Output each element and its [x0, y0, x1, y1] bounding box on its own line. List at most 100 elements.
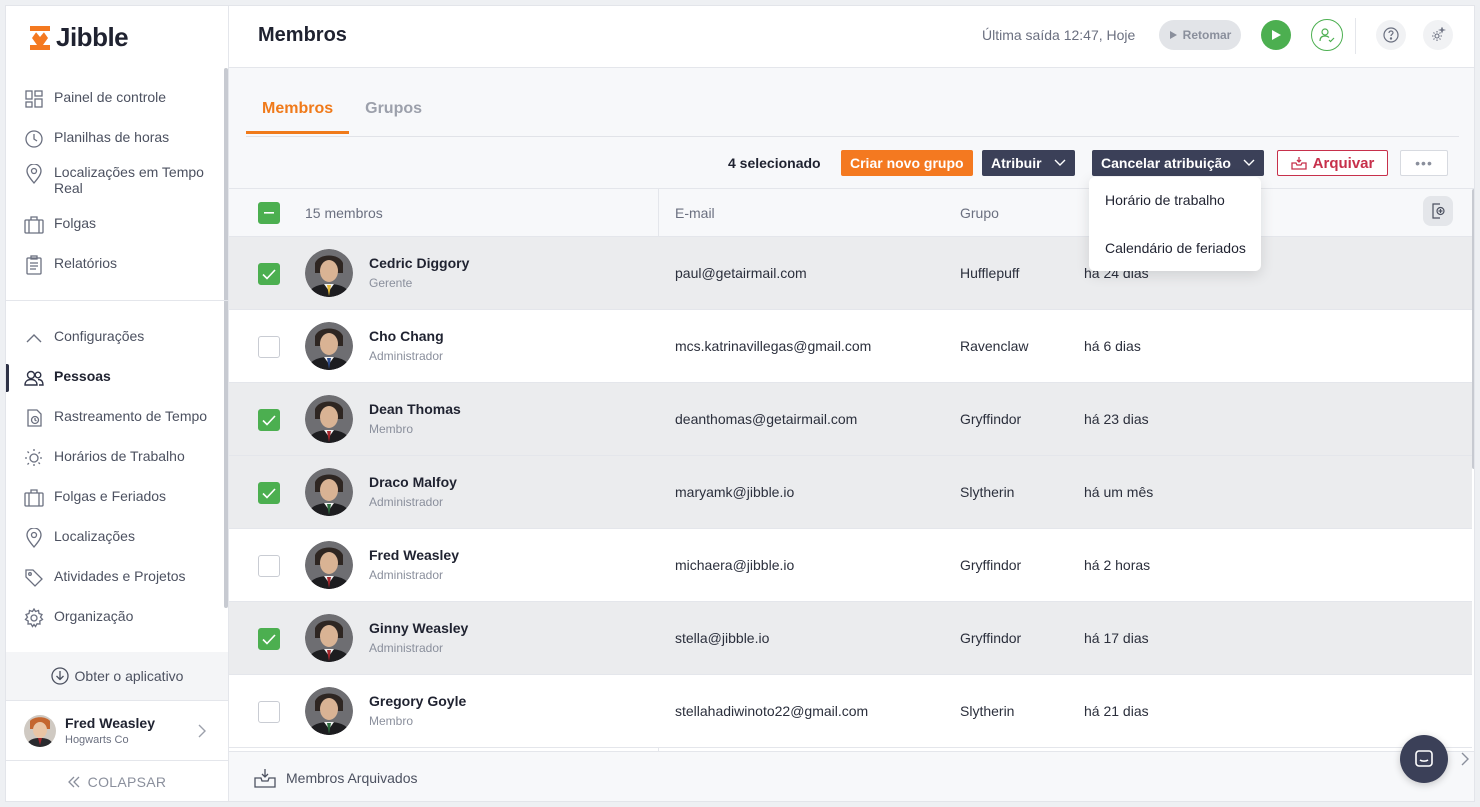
member-name[interactable]: Dean Thomas — [369, 401, 461, 417]
sidebar-item-label: Pessoas — [54, 368, 111, 384]
member-role: Gerente — [369, 276, 413, 290]
sidebar: Jibble Painel de controle Planilhas de h… — [6, 6, 229, 801]
help-button[interactable] — [1376, 20, 1406, 50]
checkmark-icon — [262, 487, 276, 499]
member-name[interactable]: Gregory Goyle — [369, 693, 466, 709]
member-group: Slytherin — [960, 703, 1015, 719]
email-column-header[interactable]: E-mail — [675, 205, 715, 221]
member-email: mcs.katrinavillegas@gmail.com — [675, 338, 872, 354]
sidebar-item-people[interactable]: Pessoas — [24, 368, 214, 388]
table-row[interactable]: Gregory Goyle Membro stellahadiwinoto22@gm… — [229, 675, 1472, 748]
member-name[interactable]: Cho Chang — [369, 328, 444, 344]
sidebar-item-activities-projects[interactable]: Atividades e Projetos — [24, 568, 214, 588]
chevron-right-icon[interactable] — [1461, 752, 1469, 766]
export-icon — [1432, 203, 1445, 219]
row-checkbox[interactable] — [258, 409, 280, 431]
member-role: Administrador — [369, 641, 444, 655]
member-name[interactable]: Ginny Weasley — [369, 620, 468, 636]
member-name[interactable]: Draco Malfoy — [369, 474, 457, 490]
user-organization: Hogwarts Co — [65, 734, 129, 746]
tab-groups[interactable]: Grupos — [349, 92, 438, 134]
table-row[interactable]: Ginny Weasley Administrador stella@jibble.… — [229, 602, 1472, 675]
row-checkbox[interactable] — [258, 555, 280, 577]
sidebar-item-live-locations[interactable]: Localizações em Tempo Real — [24, 164, 214, 196]
table-row[interactable]: Dean Thomas Membro deanthomas@getairmail.c… — [229, 383, 1472, 456]
member-last-activity: há um mês — [1084, 484, 1154, 500]
member-email: paul@getairmail.com — [675, 265, 807, 281]
row-checkbox[interactable] — [258, 628, 280, 650]
sidebar-scrollbar[interactable] — [224, 68, 228, 608]
logo[interactable]: Jibble — [28, 22, 129, 53]
unassign-label: Cancelar atribuição — [1101, 155, 1231, 171]
checkmark-icon — [262, 633, 276, 645]
chevron-up-icon — [24, 328, 44, 348]
header-divider — [1355, 18, 1356, 54]
menu-item-holiday-calendar[interactable]: Calendário de feriados — [1105, 240, 1246, 256]
sidebar-item-locations[interactable]: Localizações — [24, 528, 214, 548]
dashboard-icon — [24, 89, 44, 109]
archive-icon — [254, 769, 276, 788]
sidebar-item-work-schedules[interactable]: Horários de Trabalho — [24, 448, 214, 468]
member-email: deanthomas@getairmail.com — [675, 411, 858, 427]
archived-members-label: Membros Arquivados — [286, 770, 418, 786]
member-name[interactable]: Fred Weasley — [369, 547, 459, 563]
archived-members-link[interactable]: Membros Arquivados — [254, 768, 418, 788]
sidebar-item-time-off-holidays[interactable]: Folgas e Feriados — [24, 488, 214, 508]
jibble-logo-icon — [30, 25, 50, 50]
location-pin-icon — [24, 528, 44, 548]
sidebar-item-reports[interactable]: Relatórios — [24, 255, 214, 275]
settings-label: Configurações — [54, 328, 145, 344]
logo-text: Jibble — [56, 22, 129, 52]
chevron-down-icon — [1054, 159, 1066, 166]
clock-icon — [24, 129, 44, 149]
group-column-header[interactable]: Grupo — [960, 205, 999, 221]
user-profile-card[interactable]: Fred Weasley Hogwarts Co — [6, 700, 228, 760]
export-button[interactable] — [1423, 196, 1453, 226]
member-role: Membro — [369, 714, 414, 728]
get-app-button[interactable]: Obter o aplicativo — [6, 652, 228, 700]
sidebar-item-label: Localizações em Tempo Real — [54, 164, 204, 196]
avatar — [24, 714, 56, 747]
sidebar-item-organization[interactable]: Organização — [24, 608, 214, 628]
sidebar-item-label: Folgas e Feriados — [54, 488, 167, 504]
clock-in-for-others-button[interactable] — [1311, 19, 1343, 51]
sidebar-divider — [6, 300, 228, 301]
table-row[interactable]: Fred Weasley Administrador michaera@jibble… — [229, 529, 1472, 602]
settings-sparkle-icon — [1432, 27, 1446, 41]
gear-icon — [24, 608, 44, 628]
sidebar-item-label: Localizações — [54, 528, 135, 544]
table-row[interactable]: Cho Chang Administrador mcs.katrinavillega… — [229, 310, 1472, 383]
unassign-dropdown-button[interactable]: Cancelar atribuição — [1092, 150, 1264, 176]
row-checkbox[interactable] — [258, 701, 280, 723]
table-row[interactable]: Cedric Diggory Gerente paul@getairmail.com… — [229, 237, 1472, 310]
sidebar-item-time-tracking[interactable]: Rastreamento de Tempo — [24, 408, 214, 428]
row-checkbox[interactable] — [258, 263, 280, 285]
assign-dropdown-button[interactable]: Atribuir — [982, 150, 1075, 176]
suitcase-icon — [24, 488, 44, 508]
menu-item-work-schedule[interactable]: Horário de trabalho — [1105, 192, 1225, 208]
row-checkbox[interactable] — [258, 482, 280, 504]
avatar — [305, 395, 353, 443]
table-row[interactable]: Draco Malfoy Administrador maryamk@jibble.… — [229, 456, 1472, 529]
top-header: Membros Última saída 12:47, Hoje Retomar — [229, 6, 1474, 68]
chat-support-button[interactable] — [1400, 735, 1448, 783]
row-checkbox[interactable] — [258, 336, 280, 358]
table-scrollbar[interactable] — [1472, 189, 1474, 469]
integrations-button[interactable] — [1423, 20, 1453, 50]
create-group-button[interactable]: Criar novo grupo — [841, 150, 973, 176]
tab-members[interactable]: Membros — [246, 92, 350, 134]
archive-button[interactable]: Arquivar — [1277, 150, 1388, 176]
sidebar-item-timesheets[interactable]: Planilhas de horas — [24, 129, 214, 149]
resume-button[interactable]: Retomar — [1159, 20, 1241, 50]
member-name[interactable]: Cedric Diggory — [369, 255, 469, 271]
select-all-checkbox[interactable] — [258, 202, 280, 224]
collapse-sidebar-button[interactable]: COLAPSAR — [6, 760, 228, 801]
clock-in-button[interactable] — [1261, 20, 1291, 50]
assign-label: Atribuir — [991, 155, 1042, 171]
settings-toggle[interactable]: Configurações — [24, 328, 214, 348]
more-actions-button[interactable]: ••• — [1400, 150, 1448, 176]
play-icon — [1272, 30, 1281, 40]
members-count-header: 15 membros — [305, 205, 383, 221]
sidebar-item-time-off[interactable]: Folgas — [24, 215, 214, 235]
sidebar-item-dashboard[interactable]: Painel de controle — [24, 89, 214, 109]
